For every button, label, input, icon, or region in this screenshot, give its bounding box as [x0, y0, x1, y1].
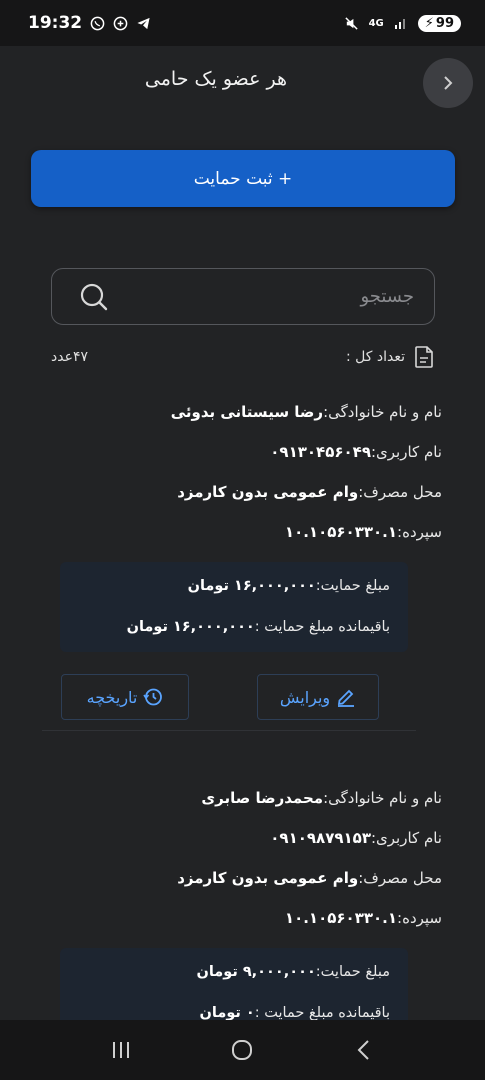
recent-apps-icon[interactable]: [108, 1037, 134, 1063]
support-card: نام و نام خانوادگی:رضا سیستانی بدوئی نام…: [42, 392, 442, 731]
full-name-field: نام و نام خانوادگی:رضا سیستانی بدوئی: [42, 392, 442, 432]
username-field: نام کاربری:۰۹۱۳۰۴۵۶۰۴۹: [42, 432, 442, 472]
remaining-amount-value: ۰ تومان: [199, 1005, 255, 1021]
remaining-amount-value: ۱۶,۰۰۰,۰۰۰ تومان: [126, 619, 255, 635]
card-divider: [42, 730, 416, 731]
remaining-amount-label: باقیمانده مبلغ حمایت :: [254, 1005, 390, 1021]
whatsapp-icon: [90, 16, 105, 30]
status-time: 19:32: [28, 13, 83, 33]
deposit-value: ۱۰.۱۰۵۶۰۳۳۰.۱: [284, 909, 398, 927]
total-count-label-group: تعداد کل :: [346, 345, 435, 369]
history-label: تاریخچه: [86, 687, 138, 707]
battery-level: 99: [435, 15, 454, 31]
deposit-value: ۱۰.۱۰۵۶۰۳۳۰.۱: [284, 523, 398, 541]
total-count-row: تعداد کل : ۴۷عدد: [51, 342, 435, 372]
history-button[interactable]: تاریخچه: [61, 674, 189, 720]
app-header: هر عضو یک حامی: [0, 46, 485, 124]
telegram-icon: [137, 17, 150, 29]
add-support-button[interactable]: + ثبت حمایت: [31, 150, 455, 207]
support-amount-label: مبلغ حمایت:: [315, 578, 390, 594]
amount-box: مبلغ حمایت:۱۶,۰۰۰,۰۰۰ تومان باقیمانده مب…: [60, 562, 408, 652]
total-count-value: ۴۷عدد: [51, 349, 88, 365]
pencil-icon: [338, 689, 355, 707]
search-input[interactable]: جستجو: [108, 286, 414, 307]
username-label: نام کاربری:: [370, 829, 442, 847]
search-icon[interactable]: [78, 282, 108, 312]
system-nav-bar: [0, 1020, 485, 1080]
add-support-label: + ثبت حمایت: [193, 168, 293, 189]
full-name-value: محمدرضا صابری: [201, 789, 324, 807]
status-bar: 19:32 4G ⚡ 99: [0, 0, 485, 46]
status-left: 19:32: [28, 13, 151, 33]
full-name-label: نام و نام خانوادگی:: [323, 403, 442, 421]
mute-icon: [344, 16, 358, 30]
usage-value: وام عمومی بدون کارمزد: [177, 483, 359, 501]
full-name-value: رضا سیستانی بدوئی: [170, 403, 324, 421]
remaining-amount: باقیمانده مبلغ حمایت :۱۶,۰۰۰,۰۰۰ تومان: [78, 607, 390, 648]
status-right: 4G ⚡ 99: [344, 14, 461, 32]
full-name-field: نام و نام خانوادگی:محمدرضا صابری: [42, 778, 442, 818]
total-count-label: تعداد کل :: [345, 349, 405, 365]
remaining-amount-label: باقیمانده مبلغ حمایت :: [254, 619, 390, 635]
back-nav-icon[interactable]: [351, 1037, 377, 1063]
usage-label: محل مصرف:: [358, 483, 442, 501]
back-button[interactable]: [423, 58, 473, 108]
support-amount: مبلغ حمایت:۱۶,۰۰۰,۰۰۰ تومان: [78, 566, 390, 607]
usage-field: محل مصرف:وام عمومی بدون کارمزد: [42, 472, 442, 512]
battery-indicator: ⚡ 99: [417, 14, 461, 32]
support-amount-value: ۱۶,۰۰۰,۰۰۰ تومان: [187, 578, 316, 594]
document-icon: [415, 346, 433, 368]
history-icon: [143, 688, 163, 706]
support-amount: مبلغ حمایت:۹,۰۰۰,۰۰۰ تومان: [78, 952, 390, 993]
edit-label: ویرایش: [279, 687, 331, 707]
page-title: هر عضو یک حامی: [144, 68, 287, 90]
username-field: نام کاربری:۰۹۱۰۹۸۷۹۱۵۳: [42, 818, 442, 858]
home-icon[interactable]: [229, 1037, 255, 1063]
deposit-field: سپرده:۱۰.۱۰۵۶۰۳۳۰.۱: [42, 512, 442, 552]
network-type: 4G: [368, 17, 384, 29]
usage-label: محل مصرف:: [358, 869, 442, 887]
deposit-label: سپرده:: [397, 909, 442, 927]
support-amount-value: ۹,۰۰۰,۰۰۰ تومان: [196, 964, 316, 980]
full-name-label: نام و نام خانوادگی:: [323, 789, 442, 807]
username-value: ۰۹۱۰۹۸۷۹۱۵۳: [270, 829, 371, 847]
card-actions: ویرایش تاریخچه: [60, 674, 380, 720]
username-label: نام کاربری:: [370, 443, 442, 461]
signal-icon: [394, 19, 405, 29]
username-value: ۰۹۱۳۰۴۵۶۰۴۹: [270, 443, 371, 461]
usage-value: وام عمومی بدون کارمزد: [177, 869, 359, 887]
charging-icon: ⚡: [424, 15, 434, 31]
usage-field: محل مصرف:وام عمومی بدون کارمزد: [42, 858, 442, 898]
deposit-field: سپرده:۱۰.۱۰۵۶۰۳۳۰.۱: [42, 898, 442, 938]
search-field[interactable]: جستجو: [51, 268, 435, 325]
support-card: نام و نام خانوادگی:محمدرضا صابری نام کار…: [42, 778, 442, 1038]
chevron-right-icon: [444, 76, 453, 90]
support-amount-label: مبلغ حمایت:: [315, 964, 390, 980]
plus-circle-icon: [113, 16, 128, 30]
deposit-label: سپرده:: [397, 523, 442, 541]
edit-button[interactable]: ویرایش: [257, 674, 379, 720]
